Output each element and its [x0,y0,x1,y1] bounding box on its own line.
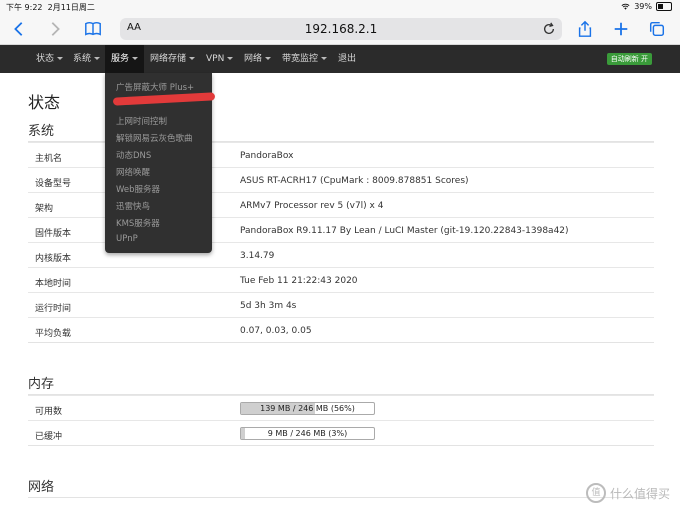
row-value: 5d 3h 3m 4s [240,301,297,311]
menu-item-adblock[interactable]: 广告屏蔽大师 Plus+ [116,81,194,93]
nav-network[interactable]: 网络 [238,45,277,73]
row-value: ARMv7 Processor rev 5 (v7l) x 4 [240,201,384,211]
section-title-memory: 内存 [28,377,55,392]
share-button[interactable] [574,18,596,40]
status-date: 2月11日周二 [47,3,95,12]
row-label: 架构 [35,204,54,214]
nav-network-storage[interactable]: 网络存储 [144,45,201,73]
nav-services[interactable]: 服务 [105,45,145,73]
back-button[interactable] [8,18,30,40]
menu-item-upnp[interactable]: UPnP [116,234,138,244]
reload-icon[interactable] [542,22,556,36]
row-value: 3.14.79 [240,251,275,261]
page-title: 状态 [28,93,61,112]
watermark-text: 什么值得买 [609,486,670,501]
nav-system[interactable]: 系统 [67,45,106,73]
nav-bandwidth[interactable]: 带宽监控 [276,45,333,73]
row-label: 运行时间 [35,304,72,314]
new-tab-button[interactable] [610,18,632,40]
row-label: 固件版本 [35,229,72,239]
nav-status[interactable]: 状态 [30,45,69,73]
row-value: PandoraBox [240,151,294,161]
row-value: Tue Feb 11 21:22:43 2020 [240,276,358,286]
row-label: 主机名 [35,154,63,164]
status-time: 下午 9:22 [6,3,43,12]
ios-status-bar: 下午 9:22 2月11日周二 39% [0,0,680,14]
browser-toolbar: AA 192.168.2.1 [0,14,680,45]
redaction-mark [112,92,216,106]
caret-down-icon [189,57,196,60]
plus-icon [614,22,628,36]
services-dropdown: 广告屏蔽大师 Plus+ 上网时间控制 解锁网易云灰色歌曲 动态DNS 网络唤醒… [105,73,216,253]
table-row: 运行时间 5d 3h 3m 4s [28,292,654,318]
memory-buffered-bar: 9 MB / 246 MB (3%) [240,427,375,440]
nav-logout[interactable]: 退出 [332,45,362,73]
menu-item-kms[interactable]: KMS服务器 [116,217,160,229]
chevron-left-icon [14,22,23,36]
book-icon [85,21,101,36]
progress-text: 9 MB / 246 MB (3%) [267,429,348,438]
row-label: 内核版本 [35,254,72,264]
caret-down-icon [132,57,139,60]
autorefresh-toggle[interactable]: 自动刷新 开 [606,53,652,65]
row-value: 0.07, 0.03, 0.05 [240,326,312,336]
menu-item-time-control[interactable]: 上网时间控制 [116,115,167,127]
nav-vpn[interactable]: VPN [200,45,239,73]
caret-down-icon [321,57,328,60]
divider [28,342,654,343]
url-text: 192.168.2.1 [304,22,378,36]
menu-item-wol[interactable]: 网络唤醒 [116,166,150,178]
divider [28,445,654,446]
tabs-button[interactable] [646,18,668,40]
address-bar[interactable]: AA 192.168.2.1 [120,18,562,40]
section-title-system: 系统 [28,124,55,139]
battery-icon [656,2,672,11]
menu-item-ddns[interactable]: 动态DNS [116,149,151,161]
table-row: 可用数 139 MB / 246 MB (56%) [28,395,654,421]
router-navbar: 状态 系统 服务 网络存储 VPN 网络 带宽监控 退出 自动刷新 开 [0,45,680,73]
table-row: 本地时间 Tue Feb 11 21:22:43 2020 [28,267,654,293]
watermark: 值 什么值得买 [585,483,670,503]
section-title-network: 网络 [28,480,55,495]
table-row: 已缓冲 9 MB / 246 MB (3%) [28,420,654,446]
row-value: ASUS RT-ACRH17 (CpuMark : 8009.878851 Sc… [240,176,469,186]
menu-item-xunlei[interactable]: 迅雷快鸟 [116,200,150,212]
table-row: 平均负载 0.07, 0.03, 0.05 [28,317,654,343]
row-label: 本地时间 [35,279,72,289]
bookmarks-button[interactable] [82,18,104,40]
progress-text: 139 MB / 246 MB (56%) [260,404,355,413]
caret-down-icon [265,57,272,60]
tabs-icon [649,21,665,37]
caret-down-icon [57,57,64,60]
memory-available-bar: 139 MB / 246 MB (56%) [240,402,375,415]
caret-down-icon [94,57,101,60]
battery-fill [658,4,663,9]
forward-button[interactable] [44,18,66,40]
share-icon [578,20,592,37]
battery-percent: 39% [634,2,652,11]
divider [28,497,654,498]
row-value: PandoraBox R9.11.17 By Lean / LuCI Maste… [240,226,569,236]
menu-item-unblock-music[interactable]: 解锁网易云灰色歌曲 [116,132,193,144]
chevron-right-icon [51,22,60,36]
row-label: 平均负载 [35,329,72,339]
menu-item-web-server[interactable]: Web服务器 [116,183,160,195]
row-label: 已缓冲 [35,432,63,442]
wifi-icon [621,3,630,10]
watermark-logo-icon: 值 [585,483,606,503]
row-label: 可用数 [35,407,63,417]
row-label: 设备型号 [35,179,72,189]
caret-down-icon [227,57,234,60]
